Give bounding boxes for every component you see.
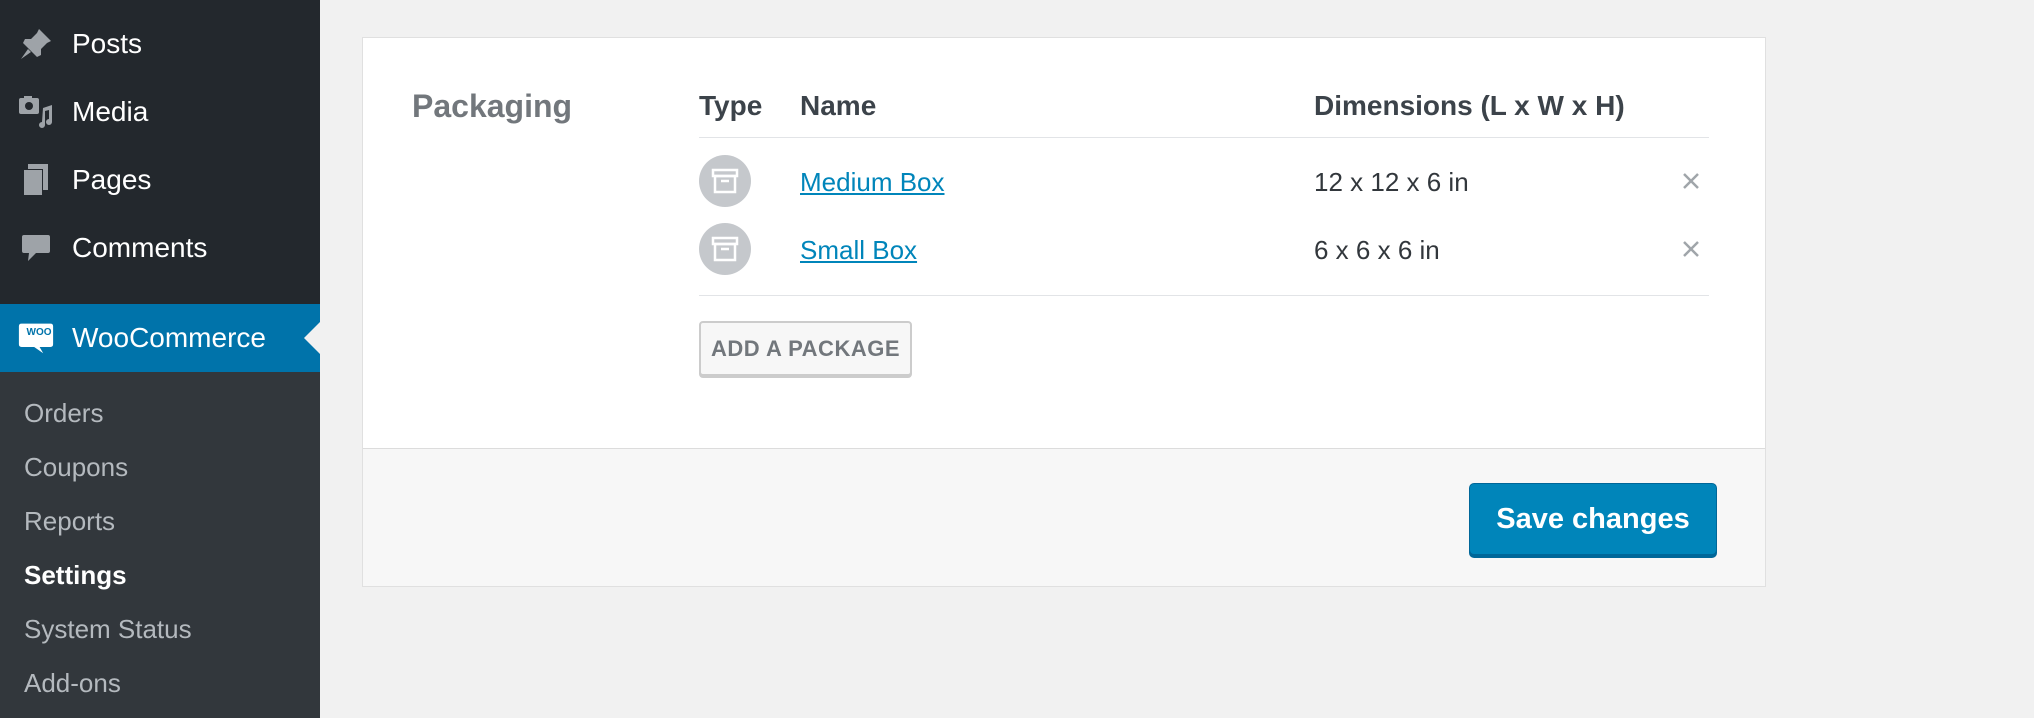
menu-item-posts[interactable]: Posts: [0, 10, 320, 78]
pages-icon: [18, 162, 54, 198]
submenu-system-status[interactable]: System Status: [24, 614, 192, 645]
column-header-dimensions: Dimensions (L x W x H): [1314, 90, 1625, 121]
remove-package-button[interactable]: [1673, 163, 1709, 199]
woocommerce-submenu: Orders Coupons Reports Settings System S…: [0, 372, 320, 718]
menu-label-pages: Pages: [72, 164, 152, 195]
package-row: Small Box 6 x 6 x 6 in: [699, 223, 1709, 279]
woo-icon-text: WOO: [26, 327, 52, 338]
column-header-name: Name: [800, 90, 877, 121]
comment-icon: [18, 230, 54, 266]
box-icon: [699, 155, 751, 207]
box-icon: [699, 223, 751, 275]
close-icon: [1683, 173, 1699, 189]
submenu-settings[interactable]: Settings: [24, 560, 127, 591]
card-footer: Save changes: [363, 448, 1765, 586]
package-name-link[interactable]: Medium Box: [800, 167, 945, 198]
section-label-packaging: Packaging: [412, 88, 573, 124]
app-root: Posts Media Pages Comments WOO WooCommer…: [0, 0, 2034, 718]
package-name-link[interactable]: Small Box: [800, 235, 917, 266]
submenu-orders[interactable]: Orders: [24, 398, 103, 429]
list-divider: [699, 295, 1709, 296]
package-row: Medium Box 12 x 12 x 6 in: [699, 155, 1709, 211]
package-dimensions: 6 x 6 x 6 in: [1314, 235, 1440, 265]
packaging-card: Packaging Type Name Dimensions (L x W x …: [362, 37, 1766, 587]
add-package-button[interactable]: ADD A PACKAGE: [699, 321, 912, 376]
submenu-reports[interactable]: Reports: [24, 506, 115, 537]
submenu-add-ons[interactable]: Add-ons: [24, 668, 121, 699]
menu-label-media: Media: [72, 96, 149, 127]
close-icon: [1683, 241, 1699, 257]
menu-item-pages[interactable]: Pages: [0, 146, 320, 214]
remove-package-button[interactable]: [1673, 231, 1709, 267]
column-header-type: Type: [699, 90, 763, 121]
admin-sidebar: Posts Media Pages Comments WOO WooCommer…: [0, 0, 320, 718]
submenu-coupons[interactable]: Coupons: [24, 452, 128, 483]
woo-icon: WOO: [18, 320, 54, 356]
header-divider: [699, 137, 1709, 138]
menu-label-comments: Comments: [72, 232, 208, 263]
media-icon: [18, 94, 54, 130]
menu-item-comments[interactable]: Comments: [0, 214, 320, 282]
menu-item-media[interactable]: Media: [0, 78, 320, 146]
menu-label-woocommerce: WooCommerce: [72, 322, 266, 353]
pin-icon: [18, 26, 54, 62]
menu-item-woocommerce[interactable]: WOO WooCommerce: [0, 304, 320, 372]
package-dimensions: 12 x 12 x 6 in: [1314, 167, 1469, 197]
menu-label-posts: Posts: [72, 28, 143, 59]
save-changes-button[interactable]: Save changes: [1469, 483, 1717, 555]
